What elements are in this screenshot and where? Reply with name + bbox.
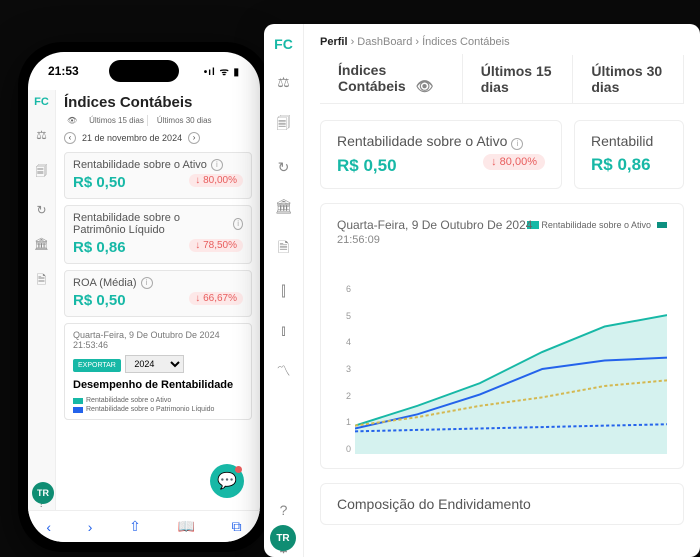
back-icon[interactable]: ‹	[46, 519, 51, 535]
metric-value: R$ 0,50	[73, 292, 126, 309]
line-chart[interactable]: 6543210	[337, 284, 667, 454]
metric-delta: ↓ 80,00%	[189, 174, 243, 187]
next-date-button[interactable]: ›	[188, 132, 200, 144]
calculator-icon[interactable]: 🗐	[36, 162, 48, 183]
chart-card: Quarta-Feira, 9 De Outubro De 2024 21:56…	[320, 203, 684, 469]
info-icon[interactable]: i	[141, 277, 153, 289]
tab-30-days[interactable]: Últimos 30 dias	[573, 55, 684, 103]
metric-title: ROA (Média)	[73, 277, 137, 289]
info-icon[interactable]: i	[211, 159, 223, 171]
chart-date: Quarta-Feira, 9 De Outubro De 2024	[73, 330, 243, 340]
phone-frame: 21:53 •ıl ᯤ ▮ FC ⚖ 🗐 ↻ 🏛 🗎 ? Índices Con…	[18, 42, 270, 552]
help-icon[interactable]: ?	[280, 502, 288, 518]
metric-title: Rentabilidade sobre o Ativo	[337, 133, 507, 149]
bank-icon[interactable]: 🏛	[34, 237, 49, 251]
desktop-tabs: Índices Contábeis 👁 Últimos 15 dias Últi…	[320, 54, 684, 104]
metric-title: Rentabilidade sobre o Ativo	[73, 159, 207, 171]
phone-notch	[109, 60, 179, 82]
metric-card-ativo[interactable]: Rentabilidade sobre o Ativo i R$ 0,50 ↓ …	[320, 120, 562, 189]
year-select[interactable]: 2024	[125, 355, 184, 373]
clock: 21:53	[48, 64, 79, 78]
scale-icon[interactable]: ⚖	[36, 128, 47, 142]
bookmarks-icon[interactable]: 📖	[177, 518, 194, 535]
avatar[interactable]: TR	[270, 525, 296, 551]
scale-icon[interactable]: ⚖	[277, 74, 290, 91]
desktop-panel: FC ⚖ 🗐 ↻ 🏛 🗎 ⫿ ⫾ 〽 ? ⚙ TR Perfil › DashB…	[264, 24, 700, 557]
eye-off-icon[interactable]: 👁	[64, 115, 80, 126]
metric-card-roa[interactable]: ROA (Média) i R$ 0,50 ↓ 66,67%	[64, 270, 252, 317]
metric-card-ativo[interactable]: Rentabilidade sobre o Ativo i R$ 0,50 ↓ 8…	[64, 152, 252, 199]
current-date: 21 de novembro de 2024	[82, 133, 182, 143]
tab-30-days[interactable]: Últimos 30 dias	[154, 115, 215, 126]
phone-sidebar: FC ⚖ 🗐 ↻ 🏛 🗎 ?	[28, 90, 56, 510]
metric-value: R$ 0,86	[73, 239, 126, 256]
document-icon[interactable]: 🗎	[37, 271, 47, 292]
metric-delta: ↓ 66,67%	[189, 292, 243, 305]
logo-icon[interactable]: FC	[274, 36, 293, 52]
share-icon[interactable]: ⇧	[129, 518, 141, 535]
metric-delta: ↓ 80,00%	[483, 154, 545, 170]
chart-time: 21:53:46	[73, 340, 243, 350]
metric-card-partial[interactable]: Rentabilid R$ 0,86	[574, 120, 684, 189]
prev-date-button[interactable]: ‹	[64, 132, 76, 144]
metric-card-patrimonio[interactable]: Rentabilidade sobre o Patrimônio Líquido…	[64, 205, 252, 264]
bank-icon[interactable]: 🏛	[275, 198, 293, 215]
bar-chart-2-icon[interactable]: ⫾	[281, 322, 285, 339]
legend-item: Rentabilidade sobre o Ativo	[73, 397, 243, 404]
legend-item: Rentabilidade sobre o Ativo	[528, 220, 651, 230]
metric-value: R$ 0,86	[591, 155, 651, 174]
legend-item	[657, 220, 667, 230]
eye-off-icon[interactable]: 👁	[416, 78, 434, 94]
breadcrumb: Perfil › DashBoard › Índices Contábeis	[320, 36, 684, 48]
export-button[interactable]: EXPORTAR	[73, 359, 121, 372]
forward-icon[interactable]: ›	[88, 519, 93, 535]
logo-icon[interactable]: FC	[34, 96, 49, 108]
refresh-icon[interactable]: ↻	[278, 159, 290, 176]
refresh-icon[interactable]: ↻	[36, 203, 46, 217]
chart-time: 21:56:09	[337, 234, 667, 246]
tab-title: Índices Contábeis 👁	[320, 54, 463, 103]
compo-title: Composição do Endividamento	[337, 496, 667, 512]
metric-value: R$ 0,50	[337, 156, 397, 175]
compo-card[interactable]: Composição do Endividamento	[320, 483, 684, 525]
phone-chart-card: Quarta-Feira, 9 De Outubro De 2024 21:53…	[64, 323, 252, 420]
page-title: Índices Contábeis	[64, 94, 252, 111]
tabs-icon[interactable]: ⧉	[232, 518, 242, 535]
metric-value: R$ 0,50	[73, 174, 126, 191]
metric-title: Rentabilidade sobre o Patrimônio Líquido	[73, 212, 229, 236]
perf-title: Desempenho de Rentabilidade	[73, 379, 243, 391]
tab-15-days[interactable]: Últimos 15 dias	[86, 115, 148, 126]
metric-title: Rentabilid	[591, 133, 667, 149]
bar-chart-icon[interactable]: ⫿	[281, 283, 285, 300]
metric-delta: ↓ 78,50%	[189, 239, 243, 252]
line-chart-icon[interactable]: 〽	[277, 361, 291, 381]
document-icon[interactable]: 🗎	[278, 237, 289, 261]
calculator-icon[interactable]: 🗐	[277, 113, 291, 137]
info-icon[interactable]: i	[511, 138, 523, 150]
chat-button[interactable]: 💬	[210, 464, 244, 498]
info-icon[interactable]: i	[233, 218, 243, 230]
tab-15-days[interactable]: Últimos 15 dias	[463, 55, 574, 103]
status-icons: •ıl ᯤ ▮	[204, 64, 240, 78]
browser-toolbar: ‹ › ⇧ 📖 ⧉	[28, 510, 260, 542]
legend-item: Rentabilidade sobre o Patrimonio Líquido	[73, 406, 243, 413]
avatar[interactable]: TR	[32, 482, 54, 504]
desktop-sidebar: FC ⚖ 🗐 ↻ 🏛 🗎 ⫿ ⫾ 〽 ? ⚙ TR	[264, 24, 304, 557]
